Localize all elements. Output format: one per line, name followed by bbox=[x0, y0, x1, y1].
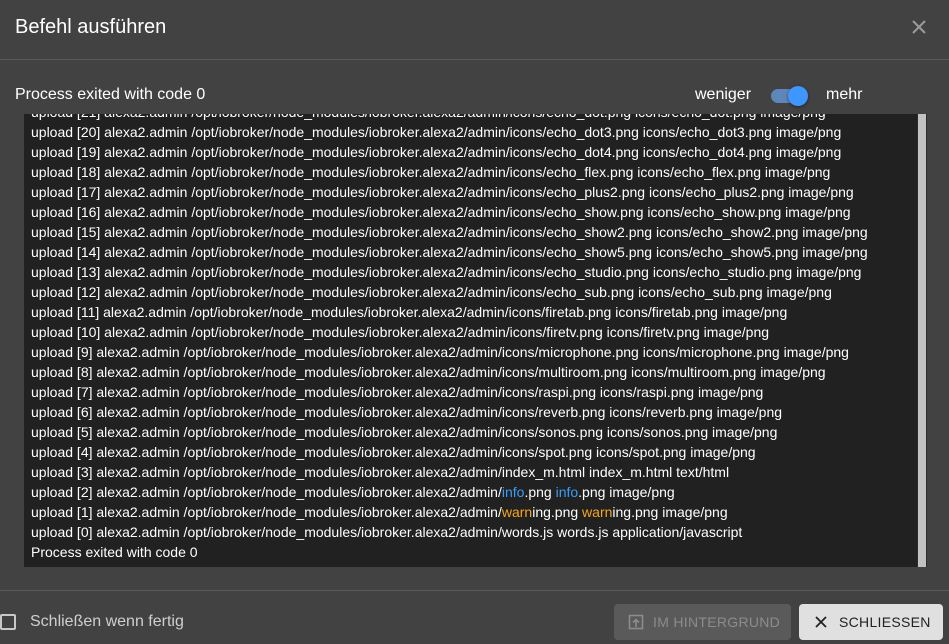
log-line: Process exited with code 0 bbox=[31, 544, 198, 560]
log-line: upload [15] alexa2.admin /opt/iobroker/n… bbox=[31, 224, 868, 240]
run-in-background-button[interactable]: IM HINTERGRUND bbox=[614, 604, 791, 640]
log-scrollbar[interactable] bbox=[917, 114, 927, 567]
run-in-background-label: IM HINTERGRUND bbox=[653, 614, 781, 630]
dialog-footer: Schließen wenn fertig IM HINTERGRUND SCH… bbox=[0, 590, 949, 644]
open-in-background-icon bbox=[628, 614, 644, 630]
log-line: upload [14] alexa2.admin /opt/iobroker/n… bbox=[31, 244, 868, 260]
toggle-label-more: mehr bbox=[826, 86, 863, 103]
log-highlight: info bbox=[555, 484, 579, 500]
log-line: upload [21] alexa2.admin /opt/iobroker/n… bbox=[31, 114, 913, 122]
switch-thumb bbox=[788, 86, 808, 106]
log-line: upload [3] alexa2.admin /opt/iobroker/no… bbox=[31, 464, 730, 480]
close-when-done-label: Schließen wenn fertig bbox=[30, 613, 184, 630]
close-icon bbox=[813, 614, 829, 630]
log-scroll-thumb[interactable] bbox=[918, 114, 926, 567]
log-lines: upload [21] alexa2.admin /opt/iobroker/n… bbox=[31, 114, 913, 562]
log-line: upload [5] alexa2.admin /opt/iobroker/no… bbox=[31, 424, 778, 440]
log-line: upload [2] alexa2.admin /opt/iobroker/no… bbox=[31, 484, 675, 500]
log-line: upload [19] alexa2.admin /opt/iobroker/n… bbox=[31, 144, 842, 160]
log-line: upload [4] alexa2.admin /opt/iobroker/no… bbox=[31, 444, 756, 460]
log-highlight: warn bbox=[582, 504, 613, 520]
log-line: upload [1] alexa2.admin /opt/iobroker/no… bbox=[31, 504, 728, 520]
log-line: upload [12] alexa2.admin /opt/iobroker/n… bbox=[31, 284, 832, 300]
log-line: upload [0] alexa2.admin /opt/iobroker/no… bbox=[31, 524, 743, 540]
verbosity-switch[interactable] bbox=[771, 86, 809, 106]
close-button[interactable]: SCHLIESSEN bbox=[799, 604, 943, 640]
log-line: upload [6] alexa2.admin /opt/iobroker/no… bbox=[31, 404, 783, 420]
log-line: upload [16] alexa2.admin /opt/iobroker/n… bbox=[31, 204, 851, 220]
toggle-label-less: weniger bbox=[695, 86, 752, 103]
dialog-title: Befehl ausführen bbox=[15, 16, 167, 38]
log-line: upload [10] alexa2.admin /opt/iobroker/n… bbox=[31, 324, 770, 340]
log-line: upload [9] alexa2.admin /opt/iobroker/no… bbox=[31, 344, 849, 360]
log-highlight: warn bbox=[501, 504, 533, 520]
log-line: upload [8] alexa2.admin /opt/iobroker/no… bbox=[31, 364, 826, 380]
close-button-label: SCHLIESSEN bbox=[839, 614, 931, 630]
close-when-done-checkbox[interactable] bbox=[0, 614, 16, 630]
log-line: upload [18] alexa2.admin /opt/iobroker/n… bbox=[31, 164, 831, 180]
log-line: upload [13] alexa2.admin /opt/iobroker/n… bbox=[31, 264, 862, 280]
log-highlight: info bbox=[501, 484, 525, 500]
dialog-header: Befehl ausführen bbox=[0, 0, 949, 60]
log-line: upload [17] alexa2.admin /opt/iobroker/n… bbox=[31, 184, 854, 200]
log-line: upload [11] alexa2.admin /opt/iobroker/n… bbox=[31, 304, 788, 320]
dialog-close-icon[interactable] bbox=[906, 14, 932, 40]
log-line: upload [20] alexa2.admin /opt/iobroker/n… bbox=[31, 124, 842, 140]
log-line: upload [7] alexa2.admin /opt/iobroker/no… bbox=[31, 384, 764, 400]
verbosity-toggle: weniger mehr bbox=[695, 86, 895, 106]
process-status-text: Process exited with code 0 bbox=[15, 86, 206, 103]
log-output[interactable]: upload [21] alexa2.admin /opt/iobroker/n… bbox=[24, 114, 927, 567]
